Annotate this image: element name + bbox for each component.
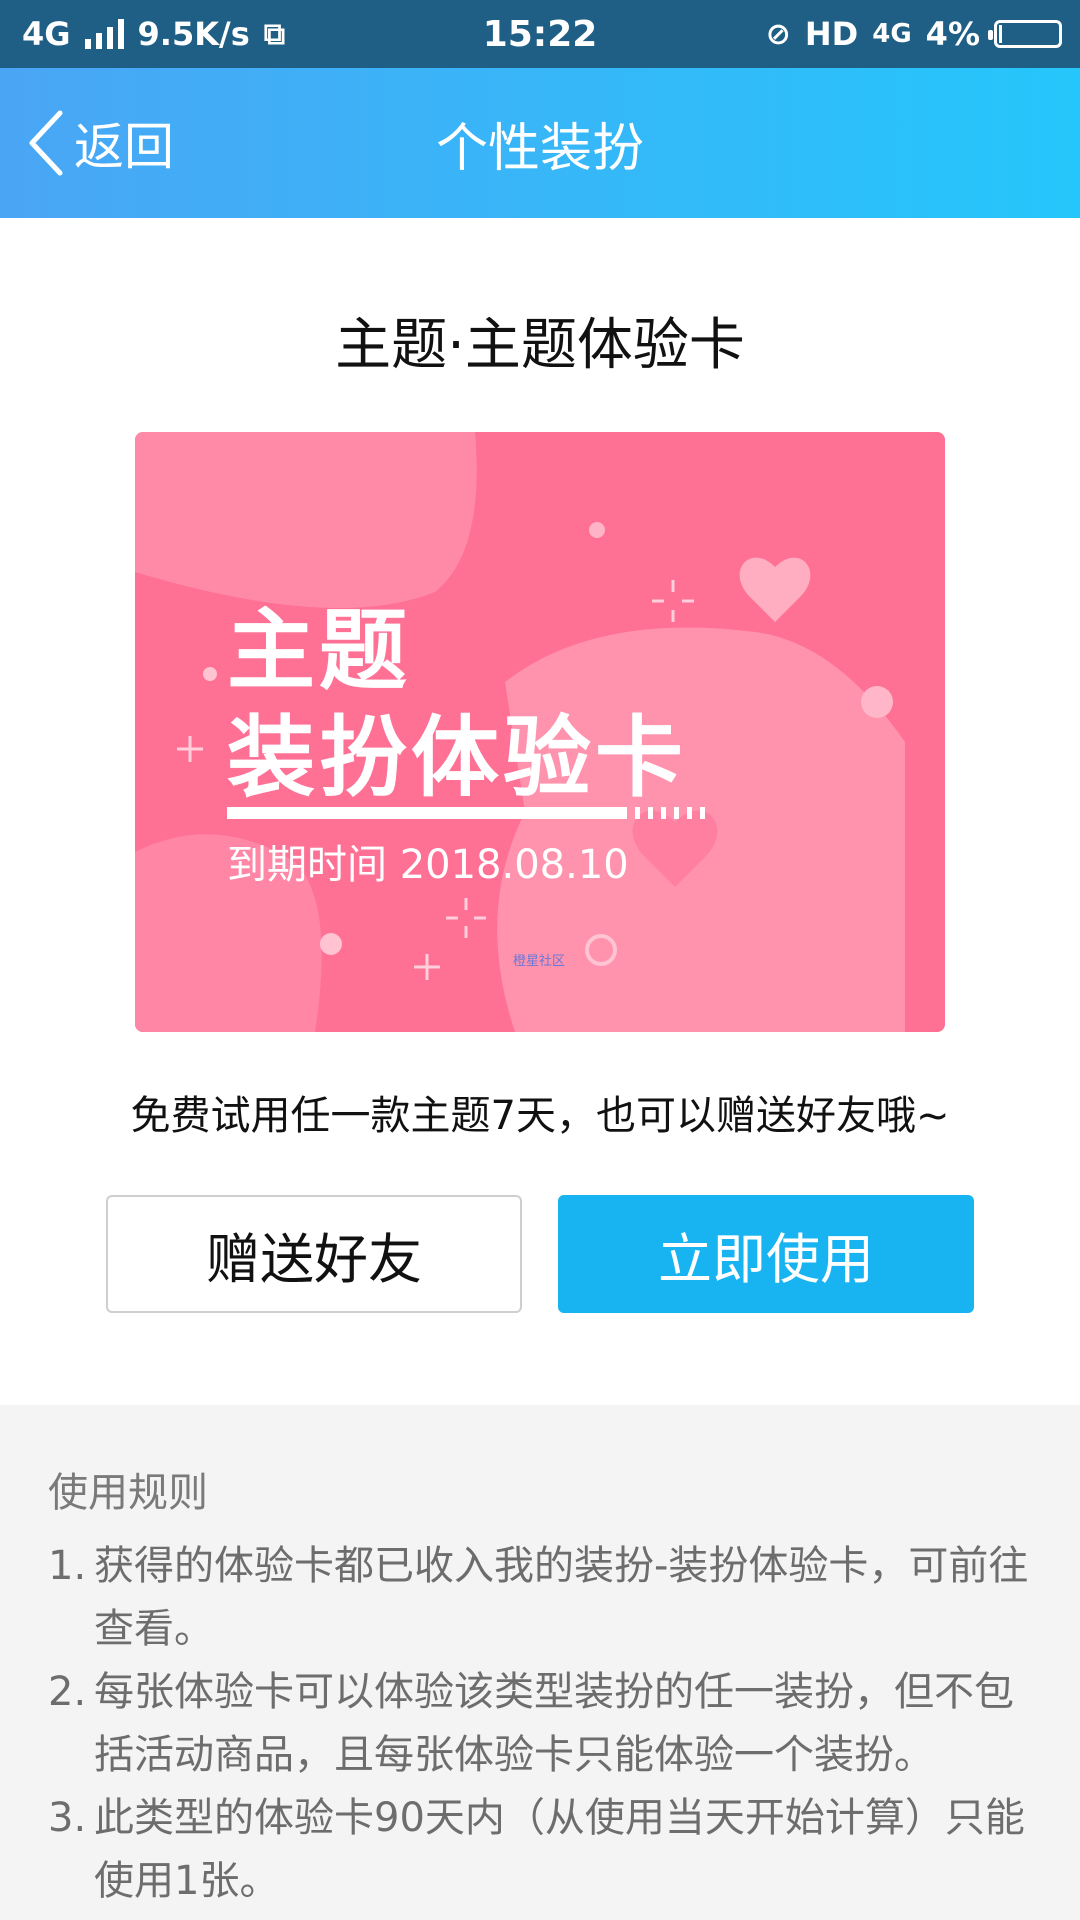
status-right: ⊘ HD 4G 4% (766, 0, 1062, 68)
card-description: 免费试用任一款主题7天，也可以赠送好友哦~ (130, 1093, 950, 1139)
card-progress-bar (227, 807, 627, 819)
rule-number: 1. (48, 1543, 87, 1589)
status-bar: 4G 9.5K/s ⧉ 15:22 ⊘ HD 4G 4% (0, 0, 1080, 68)
rule-number: 3. (48, 1795, 87, 1841)
usage-rules-section: 使用规则 1. 获得的体验卡都已收入我的装扮-装扮体验卡，可前往查看。 2. 每… (0, 1405, 1080, 1920)
battery-percent: 4% (925, 15, 980, 53)
mute-icon: ⊘ (765, 16, 791, 52)
rule-item: 2. 每张体验卡可以体验该类型装扮的任一装扮，但不包括活动商品，且每张体验卡只能… (48, 1661, 1038, 1787)
rule-text: 此类型的体验卡90天内（从使用当天开始计算）只能使用1张。 (94, 1795, 1025, 1904)
gift-friend-button[interactable]: 赠送好友 (106, 1195, 522, 1313)
card-expiry-date: 到期时间 2018.08.10 (227, 842, 629, 888)
rule-item: 3. 此类型的体验卡90天内（从使用当天开始计算）只能使用1张。 (48, 1787, 1038, 1913)
card-watermark: 橙星社区 (513, 954, 566, 969)
network-right: 4G (872, 19, 912, 49)
nav-bar: 返回 个性装扮 (0, 68, 1080, 218)
page-title: 个性装扮 (435, 118, 644, 179)
rule-number: 2. (48, 1669, 87, 1715)
hd-label: HD (804, 15, 859, 53)
card-title: 主题·主题体验卡 (335, 313, 745, 378)
rules-title: 使用规则 (48, 1470, 208, 1516)
rule-item: 1. 获得的体验卡都已收入我的装扮-装扮体验卡，可前往查看。 (48, 1535, 1038, 1661)
experience-card-image: 主题 装扮体验卡 到期时间 2018.08.10 橙星社区 (135, 432, 945, 1032)
rule-text: 每张体验卡可以体验该类型装扮的任一装扮，但不包括活动商品，且每张体验卡只能体验一… (94, 1669, 1014, 1778)
use-now-button[interactable]: 立即使用 (558, 1195, 974, 1313)
battery-icon (988, 20, 1062, 48)
card-heading-line2: 装扮体验卡 (227, 706, 688, 809)
rule-text: 获得的体验卡都已收入我的装扮-装扮体验卡，可前往查看。 (94, 1543, 1029, 1652)
card-progress-ticks (635, 807, 705, 819)
